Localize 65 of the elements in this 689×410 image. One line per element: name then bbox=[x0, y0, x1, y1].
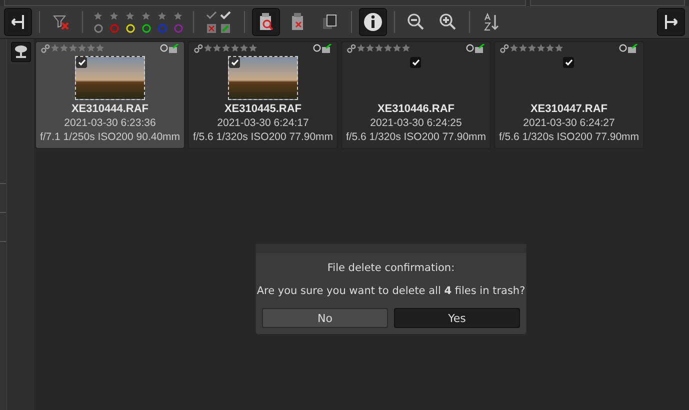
panel-toggle-icon bbox=[9, 14, 27, 30]
info-icon bbox=[363, 12, 383, 32]
sort-icon bbox=[483, 13, 499, 31]
checkbox[interactable] bbox=[410, 57, 421, 68]
dialog-button[interactable]: No bbox=[262, 308, 388, 328]
date-text: 2021-03-30 6:24:27 bbox=[523, 117, 615, 129]
circle-icon bbox=[160, 44, 168, 52]
preview-mode-button[interactable] bbox=[10, 42, 30, 62]
dialog-title: File delete confirmation: bbox=[327, 262, 455, 274]
star-filter[interactable] bbox=[110, 12, 118, 20]
edit-icon bbox=[322, 44, 332, 52]
edit-icon bbox=[169, 44, 179, 52]
find-field[interactable] bbox=[530, 0, 685, 6]
edit-icon bbox=[628, 44, 638, 52]
thumbnail-card[interactable]: XE310447.RAF 2021-03-30 6:24:27 f/5.6 1/320s ISO200 77.90mm bbox=[494, 41, 644, 149]
link-icon bbox=[500, 44, 509, 52]
color-label-filter[interactable] bbox=[174, 24, 182, 32]
filter-icon bbox=[52, 14, 70, 30]
trash-search-button[interactable] bbox=[252, 8, 280, 36]
file-name: XE310447.RAF bbox=[530, 103, 608, 115]
zoom-in-icon bbox=[439, 13, 457, 31]
link-icon bbox=[194, 44, 203, 52]
star-filter[interactable] bbox=[94, 12, 102, 20]
checkbox[interactable] bbox=[76, 57, 87, 68]
star-filter[interactable] bbox=[174, 12, 182, 20]
dialog-message: Are you sure you want to delete all 4 files in trash? bbox=[256, 285, 526, 297]
link-icon bbox=[41, 44, 50, 52]
tree-icon bbox=[14, 45, 28, 59]
trash-search-icon bbox=[257, 12, 275, 32]
checkbox[interactable] bbox=[229, 57, 240, 68]
circle-icon bbox=[466, 44, 474, 52]
exif-text: f/5.6 1/320s ISO200 77.90mm bbox=[498, 131, 640, 143]
zoom-out-icon bbox=[407, 13, 425, 31]
copy-icon bbox=[321, 13, 339, 31]
date-text: 2021-03-30 6:24:25 bbox=[370, 117, 462, 129]
star-filter[interactable] bbox=[142, 12, 150, 20]
dialog-button[interactable]: Yes bbox=[394, 308, 520, 328]
file-name: XE310444.RAF bbox=[71, 103, 149, 115]
date-text: 2021-03-30 6:24:17 bbox=[217, 117, 309, 129]
exif-text: f/5.6 1/320s ISO200 77.90mm bbox=[346, 131, 486, 143]
info-button[interactable] bbox=[359, 8, 387, 36]
thumbnail-card[interactable]: XE310446.RAF 2021-03-30 6:24:25 f/5.6 1/320s ISO200 77.90mm bbox=[341, 41, 491, 149]
exif-text: f/7.1 1/250s ISO200 90.40mm bbox=[40, 131, 180, 143]
thumbnail-card[interactable]: XE310445.RAF 2021-03-30 6:24:17 f/5.6 1/320s ISO200 77.90mm bbox=[188, 41, 338, 149]
color-label-filter[interactable] bbox=[158, 24, 166, 32]
file-name: XE310445.RAF bbox=[224, 103, 302, 115]
color-label-filter[interactable] bbox=[94, 24, 102, 32]
checkbox[interactable] bbox=[563, 57, 574, 68]
panel-toggle-icon bbox=[662, 14, 680, 30]
path-field[interactable] bbox=[4, 0, 526, 6]
edited-filter-icon bbox=[205, 9, 233, 35]
color-label-filter[interactable] bbox=[142, 24, 150, 32]
edit-icon bbox=[475, 44, 485, 52]
file-name: XE310446.RAF bbox=[377, 103, 455, 115]
panel-right-button[interactable] bbox=[657, 8, 685, 36]
circle-icon bbox=[313, 44, 321, 52]
star-filter[interactable] bbox=[158, 12, 166, 20]
thumbnail-card[interactable]: XE310444.RAF 2021-03-30 6:23:36 f/7.1 1/250s ISO200 90.40mm bbox=[35, 41, 185, 149]
link-icon bbox=[347, 44, 356, 52]
circle-icon bbox=[619, 44, 627, 52]
star-filter[interactable] bbox=[126, 12, 134, 20]
exif-text: f/5.6 1/320s ISO200 77.90mm bbox=[192, 131, 334, 143]
color-label-filter[interactable] bbox=[110, 24, 118, 32]
date-text: 2021-03-30 6:23:36 bbox=[64, 117, 156, 129]
panel-left-button[interactable] bbox=[4, 8, 32, 36]
